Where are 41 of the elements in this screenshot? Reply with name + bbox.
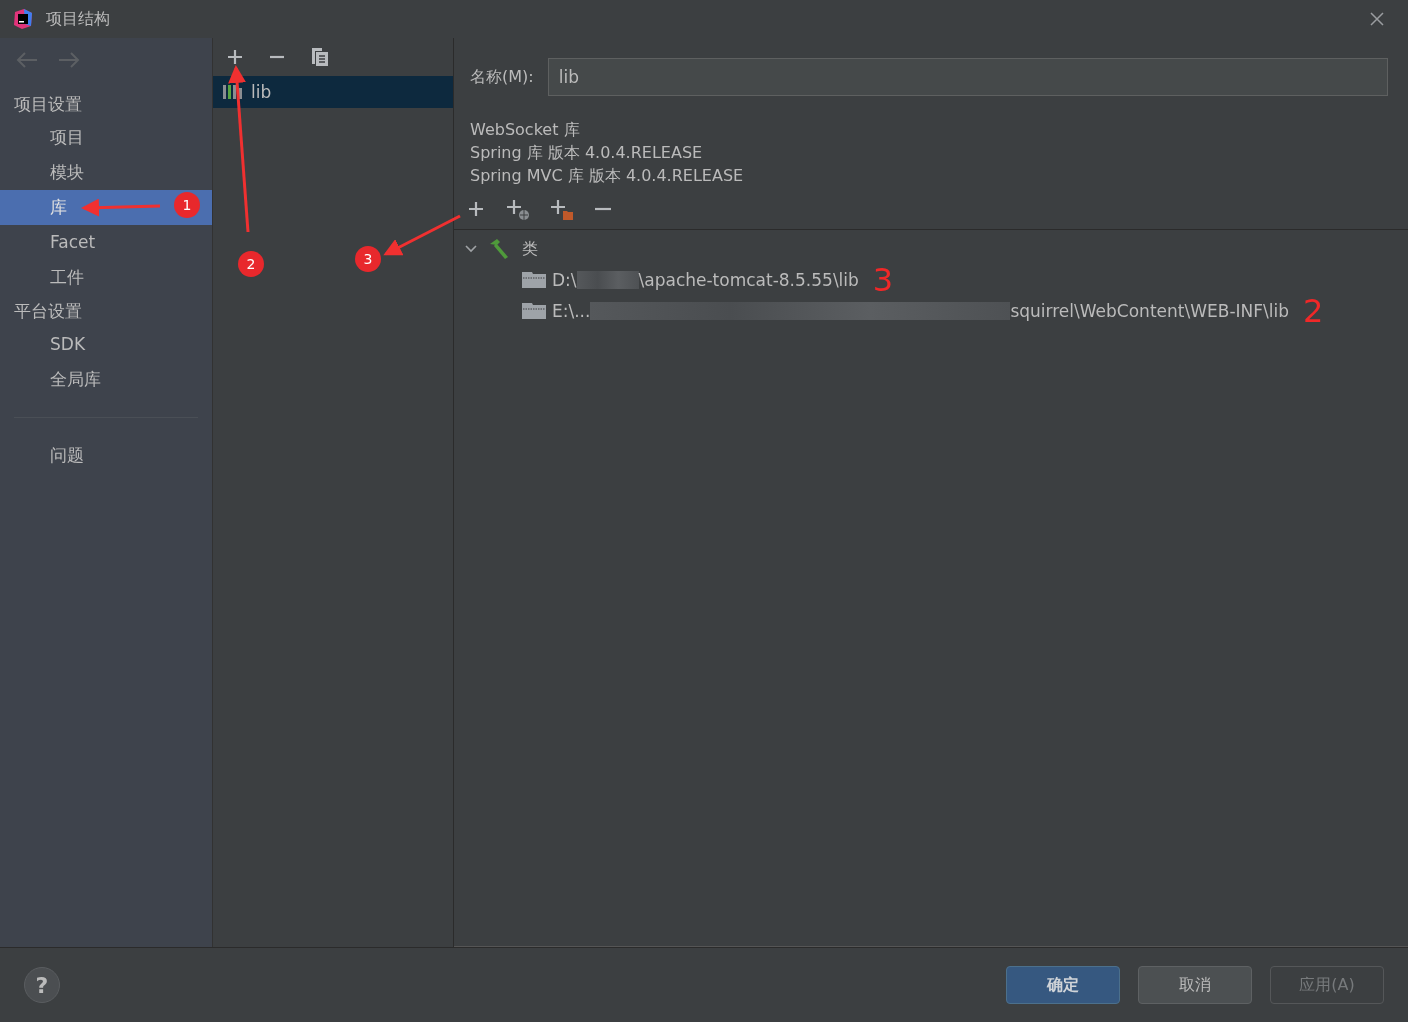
library-description: Spring MVC 库 版本 4.0.4.RELEASE	[470, 165, 745, 187]
name-field[interactable]: lib	[547, 58, 1388, 96]
add-icon[interactable]	[227, 49, 243, 65]
annotation-number: 3	[872, 264, 894, 295]
folder-icon	[522, 271, 546, 288]
tree-node[interactable]: 类	[454, 234, 1408, 264]
help-button[interactable]: ?	[24, 967, 60, 1003]
section-header: 项目设置	[13, 93, 83, 116]
annotation-marker: 2	[238, 251, 264, 277]
sidebar-item[interactable]: SDK	[0, 327, 212, 362]
library-item[interactable]: lib	[213, 76, 453, 108]
path-text: D:\	[552, 269, 577, 290]
sidebar-item[interactable]: 问题	[0, 438, 212, 473]
path-text: squirrel\WebContent\WEB-INF\lib	[1010, 300, 1289, 321]
path-text: E:\...	[552, 300, 591, 321]
add-folder-icon[interactable]	[550, 199, 574, 221]
sidebar-item[interactable]: 工件	[0, 260, 212, 295]
tree-node-label: 类	[522, 238, 538, 260]
add-globe-icon[interactable]	[506, 199, 530, 221]
add-icon[interactable]	[468, 201, 486, 219]
library-name: lib	[251, 82, 272, 102]
sidebar-item[interactable]: Facet	[0, 225, 212, 260]
close-icon[interactable]	[1370, 12, 1384, 26]
copy-icon[interactable]	[311, 47, 329, 67]
library-description: WebSocket 库	[470, 119, 581, 141]
sidebar-item[interactable]: 项目	[0, 120, 212, 155]
sidebar-item[interactable]: 全局库	[0, 362, 212, 397]
annotation-marker: 3	[355, 246, 381, 272]
library-icon	[223, 84, 243, 100]
window-title: 项目结构	[46, 8, 110, 30]
section-header: 平台设置	[13, 300, 83, 323]
name-label: 名称(M):	[470, 66, 534, 88]
sidebar-item[interactable]: 模块	[0, 155, 212, 190]
app-logo-icon	[12, 8, 34, 30]
dialog-button[interactable]: 确定	[1006, 966, 1120, 1004]
dialog-button[interactable]: 取消	[1138, 966, 1252, 1004]
annotation-number: 2	[1303, 295, 1324, 326]
blurred-text	[576, 270, 639, 289]
library-description: Spring 库 版本 4.0.4.RELEASE	[470, 142, 704, 164]
folder-icon	[522, 302, 546, 319]
path-text: \apache-tomcat-8.5.55\lib	[638, 269, 859, 290]
